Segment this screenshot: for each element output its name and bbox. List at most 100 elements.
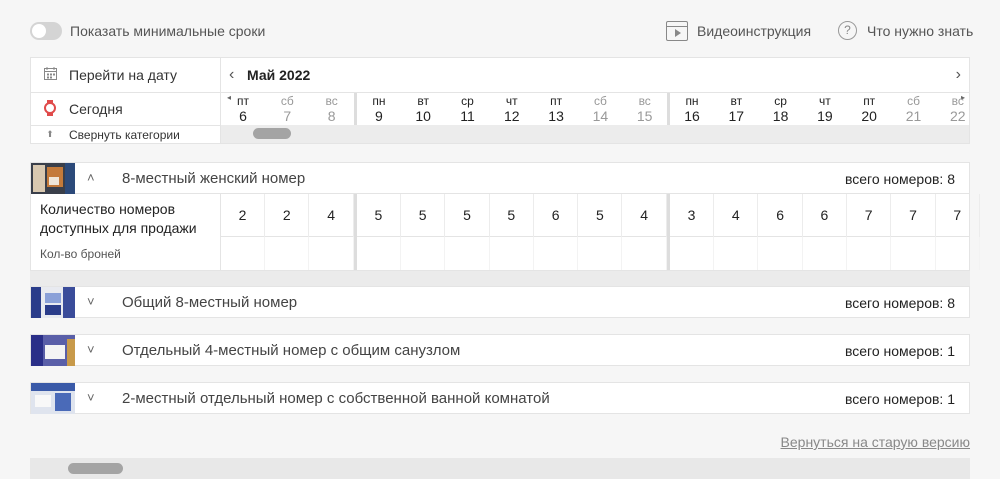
bookings-cell[interactable] xyxy=(401,237,446,270)
availability-cell[interactable]: 6 xyxy=(534,194,579,237)
room-name: 2-местный отдельный номер с собственной … xyxy=(122,390,550,407)
availability-cell[interactable]: 5 xyxy=(490,194,534,237)
collapse-categories-button[interactable]: ⬆ Свернуть категории xyxy=(31,125,221,143)
room-category[interactable]: ˄ 8-местный женский номер всего номеров:… xyxy=(30,162,970,194)
day-number: 17 xyxy=(728,108,745,124)
room-total: всего номеров: 1 xyxy=(844,391,955,407)
availability-cell[interactable]: 4 xyxy=(623,194,667,237)
video-instruction-link[interactable]: Видеоинструкция xyxy=(666,20,811,42)
day-column-header[interactable]: сб 14 xyxy=(578,95,622,125)
room-name: Отдельный 4-местный номер с общим санузл… xyxy=(122,342,461,359)
day-column-header[interactable]: вс 22 xyxy=(936,94,980,125)
day-column-header[interactable]: вт 10 xyxy=(401,94,445,125)
day-number: 22 xyxy=(950,108,966,124)
min-terms-toggle[interactable] xyxy=(30,22,62,40)
weekday-label: чт xyxy=(505,94,518,108)
old-version-link[interactable]: Вернуться на старую версию xyxy=(781,434,970,450)
calendar-icon xyxy=(31,67,69,83)
availability-cell[interactable]: 7 xyxy=(892,194,936,237)
bookings-cell[interactable] xyxy=(847,237,892,270)
weekday-label: чт xyxy=(819,94,831,108)
today-label: Сегодня xyxy=(69,101,123,117)
day-number: 15 xyxy=(636,108,653,124)
day-column-header[interactable]: пт 6 xyxy=(221,94,265,125)
availability-cell[interactable]: 2 xyxy=(221,194,265,237)
weekday-label: ср xyxy=(774,94,787,108)
room-category[interactable]: ˅ 2-местный отдельный номер с собственно… xyxy=(30,382,970,414)
weekday-label: вт xyxy=(417,94,429,108)
day-column-header[interactable]: вс 15 xyxy=(623,95,667,125)
page-horizontal-scrollbar[interactable] xyxy=(30,458,970,479)
goto-date-button[interactable]: Перейти на дату xyxy=(31,58,221,93)
bookings-cell[interactable] xyxy=(670,237,714,270)
day-column-header[interactable]: сб 7 xyxy=(265,95,309,125)
today-button[interactable]: Сегодня xyxy=(31,93,221,125)
bookings-cell[interactable] xyxy=(357,237,401,270)
availability-cell[interactable]: 2 xyxy=(265,194,310,237)
calendar-scrollbar[interactable] xyxy=(221,125,969,143)
prev-month-button[interactable]: ‹ xyxy=(229,66,234,84)
bookings-cell[interactable] xyxy=(446,237,490,270)
video-icon xyxy=(666,21,688,41)
min-terms-label[interactable]: Показать минимальные сроки xyxy=(70,23,265,39)
weekday-label: пт xyxy=(863,94,876,108)
availability-cell[interactable]: 4 xyxy=(714,194,759,237)
day-column-header[interactable]: ср 11 xyxy=(446,95,490,125)
help-link[interactable]: ? Что нужно знать xyxy=(838,21,973,40)
availability-cell[interactable]: 5 xyxy=(357,194,401,237)
day-number: 20 xyxy=(861,108,877,124)
room-total: всего номеров: 8 xyxy=(844,295,955,311)
room-photo xyxy=(31,335,75,366)
chevron-down-icon[interactable]: ˅ xyxy=(87,390,95,405)
day-column-header[interactable]: чт 19 xyxy=(803,94,847,125)
chevron-down-icon[interactable]: ˅ xyxy=(87,342,95,357)
bookings-cell[interactable] xyxy=(490,237,534,270)
weekday-label: пт xyxy=(237,94,249,108)
room-name: 8-местный женский номер xyxy=(122,170,306,187)
bookings-cell[interactable] xyxy=(221,237,265,270)
availability-row: 22455556543466777 xyxy=(221,194,980,237)
day-column-header[interactable]: сб 21 xyxy=(892,95,936,125)
next-month-button[interactable]: › xyxy=(956,66,961,84)
availability-cell[interactable]: 5 xyxy=(401,194,446,237)
availability-label: Количество номеров доступных для продажи xyxy=(40,201,197,236)
bookings-cell[interactable] xyxy=(714,237,759,270)
calendar-scroll-thumb[interactable] xyxy=(253,128,291,139)
weekday-label: вс xyxy=(951,94,964,108)
page-scroll-thumb[interactable] xyxy=(68,463,123,474)
day-column-header[interactable]: пн 16 xyxy=(670,95,714,125)
bookings-cell[interactable] xyxy=(936,237,980,270)
availability-cell[interactable]: 5 xyxy=(578,194,623,237)
availability-cell[interactable]: 5 xyxy=(446,194,490,237)
availability-cell[interactable]: 6 xyxy=(759,194,803,237)
day-column-header[interactable]: вт 17 xyxy=(714,94,758,125)
bookings-cell[interactable] xyxy=(803,237,847,270)
week-separator xyxy=(667,194,670,237)
availability-cell[interactable]: 4 xyxy=(310,194,354,237)
day-column-header[interactable]: вс 8 xyxy=(310,95,354,125)
calendar-controls: Перейти на дату Сегодня ⬆ Свернуть катег… xyxy=(31,58,221,143)
bookings-cell[interactable] xyxy=(892,237,936,270)
bookings-cell[interactable] xyxy=(759,237,803,270)
bookings-cell[interactable] xyxy=(265,237,310,270)
bookings-cell[interactable] xyxy=(310,237,354,270)
bookings-cell[interactable] xyxy=(623,237,667,270)
availability-cell[interactable]: 7 xyxy=(847,194,892,237)
availability-cell[interactable]: 6 xyxy=(803,194,847,237)
chevron-down-icon[interactable]: ˅ xyxy=(87,294,95,309)
day-column-header[interactable]: чт 12 xyxy=(490,94,534,125)
day-column-header[interactable]: пн 9 xyxy=(357,95,401,125)
day-number: 9 xyxy=(374,108,383,124)
availability-cell[interactable]: 3 xyxy=(670,194,714,237)
bookings-cell[interactable] xyxy=(534,237,579,270)
room-category[interactable]: ˅ Отдельный 4-местный номер с общим сану… xyxy=(30,334,970,366)
room-category[interactable]: ˅ Общий 8-местный номер всего номеров: 8 xyxy=(30,286,970,318)
video-label: Видеоинструкция xyxy=(697,23,812,39)
day-column-header[interactable]: ср 18 xyxy=(759,94,803,125)
chevron-up-icon[interactable]: ˄ xyxy=(87,170,95,185)
day-column-header[interactable]: пт 13 xyxy=(534,95,578,125)
weekday-label: вт xyxy=(730,94,743,108)
availability-cell[interactable]: 7 xyxy=(936,194,980,237)
day-column-header[interactable]: пт 20 xyxy=(847,94,891,125)
bookings-cell[interactable] xyxy=(578,237,623,270)
